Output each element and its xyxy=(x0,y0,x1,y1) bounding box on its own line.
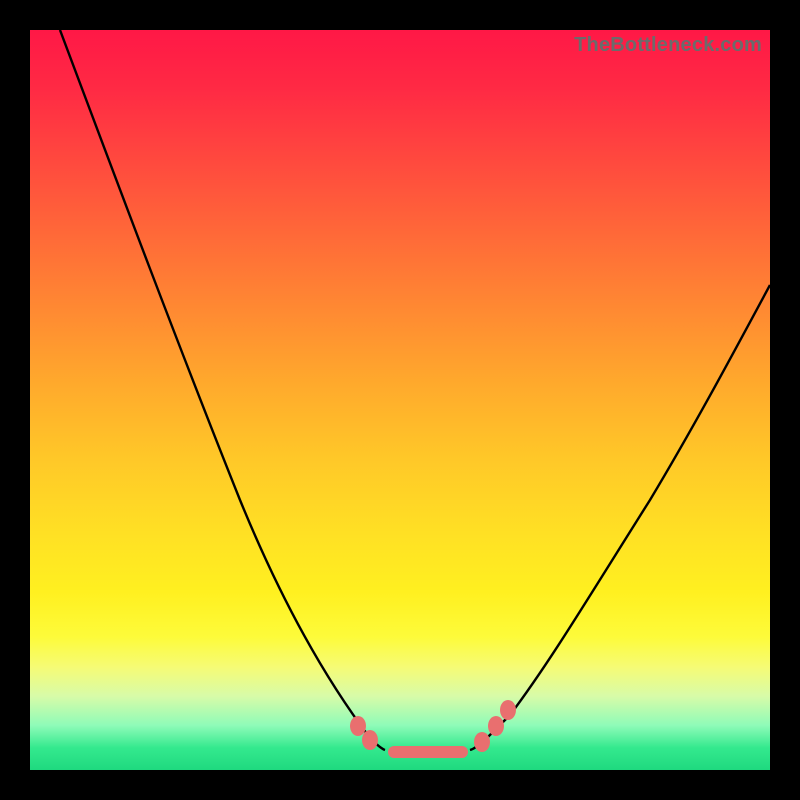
marker-dot xyxy=(362,730,378,750)
marker-dot xyxy=(350,716,366,736)
left-curve xyxy=(60,30,385,750)
chart-svg xyxy=(30,30,770,770)
marker-pill xyxy=(388,746,468,758)
marker-dot xyxy=(500,700,516,720)
right-curve xyxy=(470,285,770,750)
marker-dot xyxy=(474,732,490,752)
marker-dot xyxy=(488,716,504,736)
chart-panel: TheBottleneck.com xyxy=(30,30,770,770)
